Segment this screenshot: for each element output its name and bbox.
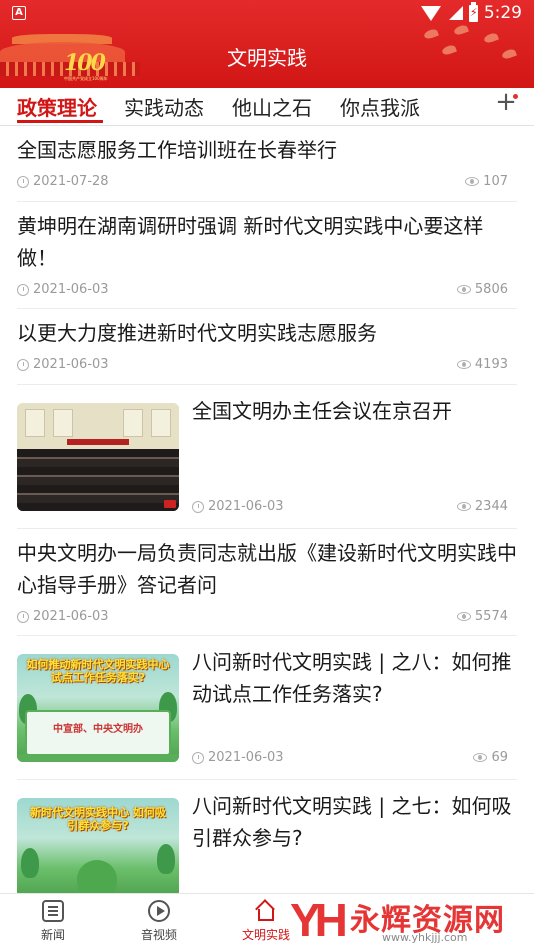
- clock-icon: [192, 501, 204, 513]
- list-item[interactable]: 如何推动新时代文明实践中心试点工作任务落实? 中宣部、中央文明办 八问新时代文明…: [17, 636, 517, 780]
- home-icon: [255, 899, 277, 922]
- video-icon: [148, 900, 170, 922]
- article-thumbnail: 新时代文明实践中心 如何吸引群众参与?: [17, 798, 179, 898]
- article-date: 2021-06-03: [208, 499, 284, 514]
- clock-icon: [17, 284, 29, 296]
- app-header: A ⚡ 5:29 100 中国共产党成立100周年 文明实践: [0, 0, 534, 88]
- list-item[interactable]: 黄坤明在湖南调研时强调 新时代文明实践中心要这样做！ 2021-06-03 58…: [17, 202, 517, 309]
- article-title: 中央文明办一局负责同志就出版《建设新时代文明实践中心指导手册》答记者问: [17, 541, 517, 597]
- article-date: 2021-07-28: [33, 174, 109, 189]
- list-item[interactable]: 中央文明办一局负责同志就出版《建设新时代文明实践中心指导手册》答记者问 2021…: [17, 529, 517, 636]
- watermark-logo: YH: [290, 894, 348, 946]
- article-title: 八问新时代文明实践 | 之八：如何推动试点工作任务落实?: [192, 650, 512, 706]
- article-thumbnail: [17, 403, 179, 511]
- watermark: YH 永辉资源网 www.yhkjjj.com: [286, 893, 534, 950]
- app-screen: A ⚡ 5:29 100 中国共产党成立100周年 文明实践 政策理论 实践动态…: [0, 0, 534, 950]
- tab-you-order-we-send[interactable]: 你点我派: [340, 92, 420, 121]
- clock-icon: [17, 611, 29, 623]
- article-title: 八问新时代文明实践 | 之七：如何吸引群众参与?: [192, 794, 512, 850]
- article-date: 2021-06-03: [33, 282, 109, 297]
- page-title: 文明实践: [227, 46, 307, 70]
- nav-label: 音视频: [140, 928, 177, 942]
- eye-icon: [457, 612, 471, 621]
- list-item[interactable]: 全国文明办主任会议在京召开 2021-06-03 2344: [17, 385, 517, 529]
- clock-icon: [17, 176, 29, 188]
- app-notification-icon: A: [12, 6, 26, 20]
- tab-policy-theory[interactable]: 政策理论: [17, 92, 97, 121]
- clock-icon: [192, 752, 204, 764]
- eye-icon: [465, 177, 479, 186]
- article-title: 以更大力度推进新时代文明实践志愿服务: [17, 321, 377, 345]
- battery-icon: ⚡: [468, 1, 478, 22]
- signal-icon: [448, 6, 463, 20]
- article-date: 2021-06-03: [33, 357, 109, 372]
- view-count: 69: [491, 750, 508, 765]
- news-icon: [42, 900, 64, 922]
- clock-icon: [17, 359, 29, 371]
- watermark-url: www.yhkjjj.com: [382, 931, 468, 944]
- nav-label: 新闻: [40, 928, 65, 942]
- article-title: 全国文明办主任会议在京召开: [192, 399, 452, 423]
- list-item[interactable]: 新时代文明实践中心 如何吸引群众参与? 八问新时代文明实践 | 之七：如何吸引群…: [17, 780, 517, 898]
- eye-icon: [457, 360, 471, 369]
- article-date: 2021-06-03: [208, 750, 284, 765]
- view-count: 5806: [474, 282, 508, 297]
- nav-video[interactable]: 音视频: [109, 900, 209, 943]
- status-time: 5:29: [483, 3, 522, 23]
- article-date: 2021-06-03: [33, 609, 109, 624]
- view-count: 4193: [474, 357, 508, 372]
- nav-news[interactable]: 新闻: [3, 900, 103, 943]
- view-count: 5574: [474, 609, 508, 624]
- article-title: 全国志愿服务工作培训班在长春举行: [17, 138, 337, 162]
- view-count: 2344: [474, 499, 508, 514]
- article-thumbnail: 如何推动新时代文明实践中心试点工作任务落实? 中宣部、中央文明办: [17, 654, 179, 762]
- tab-other-mountain[interactable]: 他山之石: [232, 92, 312, 121]
- notification-dot: [513, 94, 518, 99]
- eye-icon: [457, 285, 471, 294]
- active-tab-indicator: [17, 120, 103, 123]
- list-item[interactable]: 以更大力度推进新时代文明实践志愿服务 2021-06-03 4193: [17, 309, 517, 385]
- list-item[interactable]: 全国志愿服务工作培训班在长春举行 2021-07-28 107: [17, 126, 517, 202]
- article-title: 黄坤明在湖南调研时强调 新时代文明实践中心要这样做！: [17, 214, 484, 270]
- category-tabs: 政策理论 实践动态 他山之石 你点我派 +: [0, 88, 534, 126]
- eye-icon: [473, 753, 487, 762]
- view-count: 107: [483, 174, 508, 189]
- tab-practice-news[interactable]: 实践动态: [124, 92, 204, 121]
- eye-icon: [457, 502, 471, 511]
- wifi-icon: [420, 5, 441, 21]
